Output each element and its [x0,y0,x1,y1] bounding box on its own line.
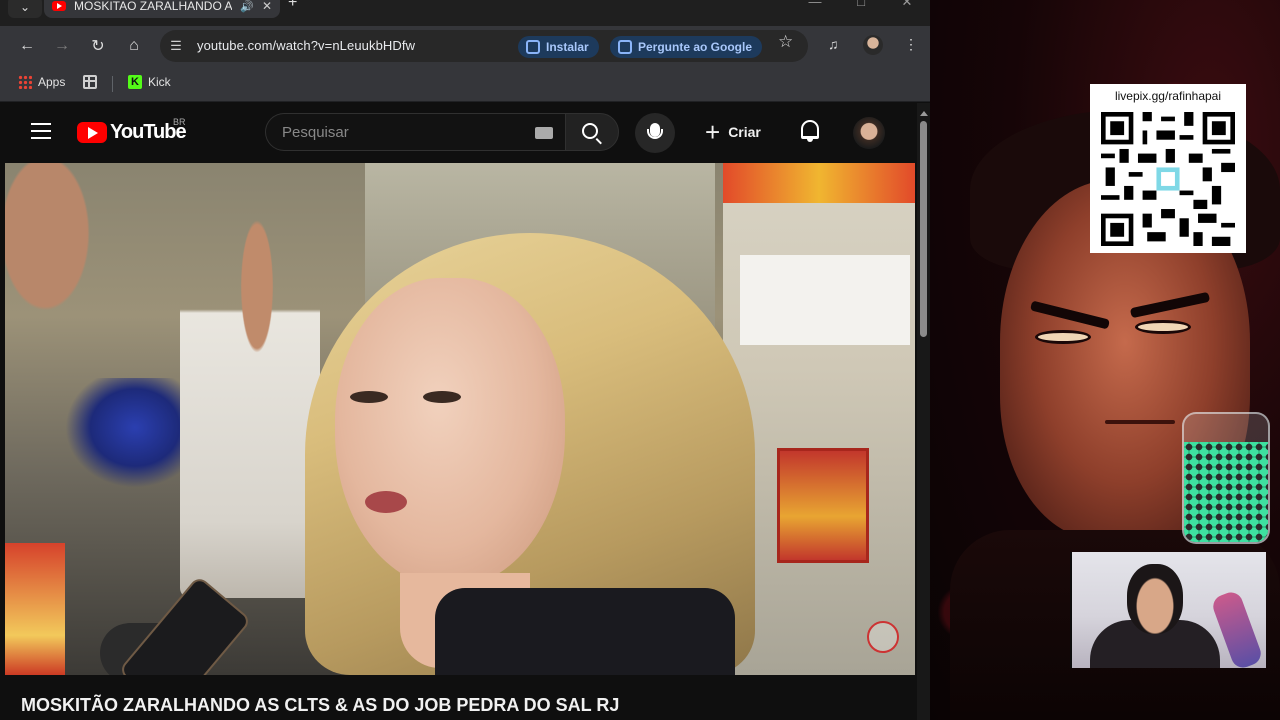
goal-jar [1182,412,1270,544]
tab-title: MOSKITAO ZARALHANDO A [74,0,233,13]
webcam-person-head [1127,564,1183,634]
install-icon [526,40,540,54]
bookmark-apps-label: Apps [38,75,66,89]
url-text[interactable]: youtube.com/watch?v=nLeuukbHDfw [197,38,415,53]
search-input[interactable]: Pesquisar [265,113,565,151]
site-info-icon[interactable]: ☰ [168,38,184,54]
keyboard-icon[interactable] [535,127,553,139]
video-hotdog-sign [777,448,869,563]
bookmark-apps[interactable]: Apps [18,75,65,89]
active-tab[interactable]: MOSKITAO ZARALHANDO A 🔊 ✕ [44,0,280,18]
video-lips [365,491,407,513]
minimize-button[interactable]: — [792,0,838,10]
account-avatar[interactable] [853,117,885,149]
page-scrollbar[interactable] [917,103,930,720]
maximize-button[interactable]: □ [838,0,884,10]
video-eye-left [350,391,388,403]
search-icon [582,123,598,139]
forward-button[interactable]: → [50,34,74,58]
install-label: Instalar [546,40,589,54]
search-button[interactable] [565,113,619,151]
bookmark-kick[interactable]: K Kick [128,75,171,89]
media-control-icon[interactable]: ♫ [828,36,839,52]
youtube-header: YouTube BR Pesquisar + Criar [5,103,915,161]
grid-icon [83,75,97,89]
tab-search-button[interactable]: ⌄ [8,0,42,18]
video-shirt [435,588,735,675]
video-player[interactable] [5,163,915,675]
close-window-button[interactable]: ✕ [884,0,930,10]
new-tab-button[interactable]: + [288,0,297,12]
anime-mouth [1105,420,1175,424]
back-button[interactable]: ← [15,34,39,58]
video-left-sign [5,543,65,675]
create-button[interactable]: + Criar [705,117,761,147]
video-eye-right [423,391,461,403]
scroll-thumb[interactable] [920,121,927,337]
menu-icon[interactable] [31,123,51,139]
bookmark-star-icon[interactable]: ☆ [778,32,793,52]
speaker-icon[interactable]: 🔊 [240,0,254,13]
plus-icon: + [705,117,721,147]
scroll-up-arrow-icon[interactable] [920,111,928,116]
video-title: MOSKITÃO ZARALHANDO AS CLTS & AS DO JOB … [21,695,620,715]
youtube-logo[interactable]: YouTube [77,121,187,144]
youtube-play-icon [77,122,107,143]
close-tab-icon[interactable]: ✕ [262,0,272,13]
qr-code [1101,112,1235,246]
profile-avatar[interactable] [863,35,883,55]
voice-search-button[interactable] [635,113,675,153]
bookmark-kick-label: Kick [148,75,171,89]
youtube-favicon-icon [52,1,66,11]
bookmark-separator [112,76,113,92]
video-left-person [5,163,120,363]
donation-qr-card: livepix.gg/rafinhapai [1090,84,1246,253]
reload-button[interactable]: ↻ [86,34,110,58]
ask-google-label: Pergunte ao Google [638,40,753,54]
google-lens-icon [618,40,632,54]
video-cart-window [740,255,910,345]
region-code: BR [173,117,186,127]
webcam-feed [1070,552,1266,668]
goal-jar-fill [1184,442,1268,542]
qr-label: livepix.gg/rafinhapai [1114,89,1222,103]
bookmark-grid[interactable] [83,75,97,89]
search-placeholder: Pesquisar [282,124,349,141]
browser-toolbar: ← → ↻ ⌂ ☰ youtube.com/watch?v=nLeuukbHDf… [0,26,930,66]
anime-eye-right [1135,320,1191,334]
stream-overlay: livepix.gg/rafinhapai [930,0,1280,720]
anime-eye-left [1035,330,1091,344]
channel-watermark-icon [867,621,899,653]
apps-grid-icon [18,75,32,89]
video-woman-face [335,278,565,588]
video-background-man [180,218,320,598]
mic-stand [647,129,663,139]
install-button[interactable]: Instalar [518,36,599,58]
kick-logo-icon: K [128,75,142,89]
browser-window: ⌄ MOSKITAO ZARALHANDO A 🔊 ✕ + — □ ✕ ← → … [0,0,930,720]
bookmarks-bar: Apps K Kick [0,66,930,102]
address-bar[interactable]: ☰ youtube.com/watch?v=nLeuukbHDfw Instal… [160,30,808,62]
window-controls: — □ ✕ [792,0,930,10]
tab-strip: ⌄ MOSKITAO ZARALHANDO A 🔊 ✕ + — □ ✕ [0,0,930,26]
screen: ⌄ MOSKITAO ZARALHANDO A 🔊 ✕ + — □ ✕ ← → … [0,0,1280,720]
home-button[interactable]: ⌂ [122,34,146,58]
notifications-bell-icon[interactable] [801,120,819,142]
create-label: Criar [728,124,761,140]
browser-menu-icon[interactable]: ⋮ [904,36,918,53]
ask-google-button[interactable]: Pergunte ao Google [610,36,763,58]
video-cart-banner [723,163,915,203]
